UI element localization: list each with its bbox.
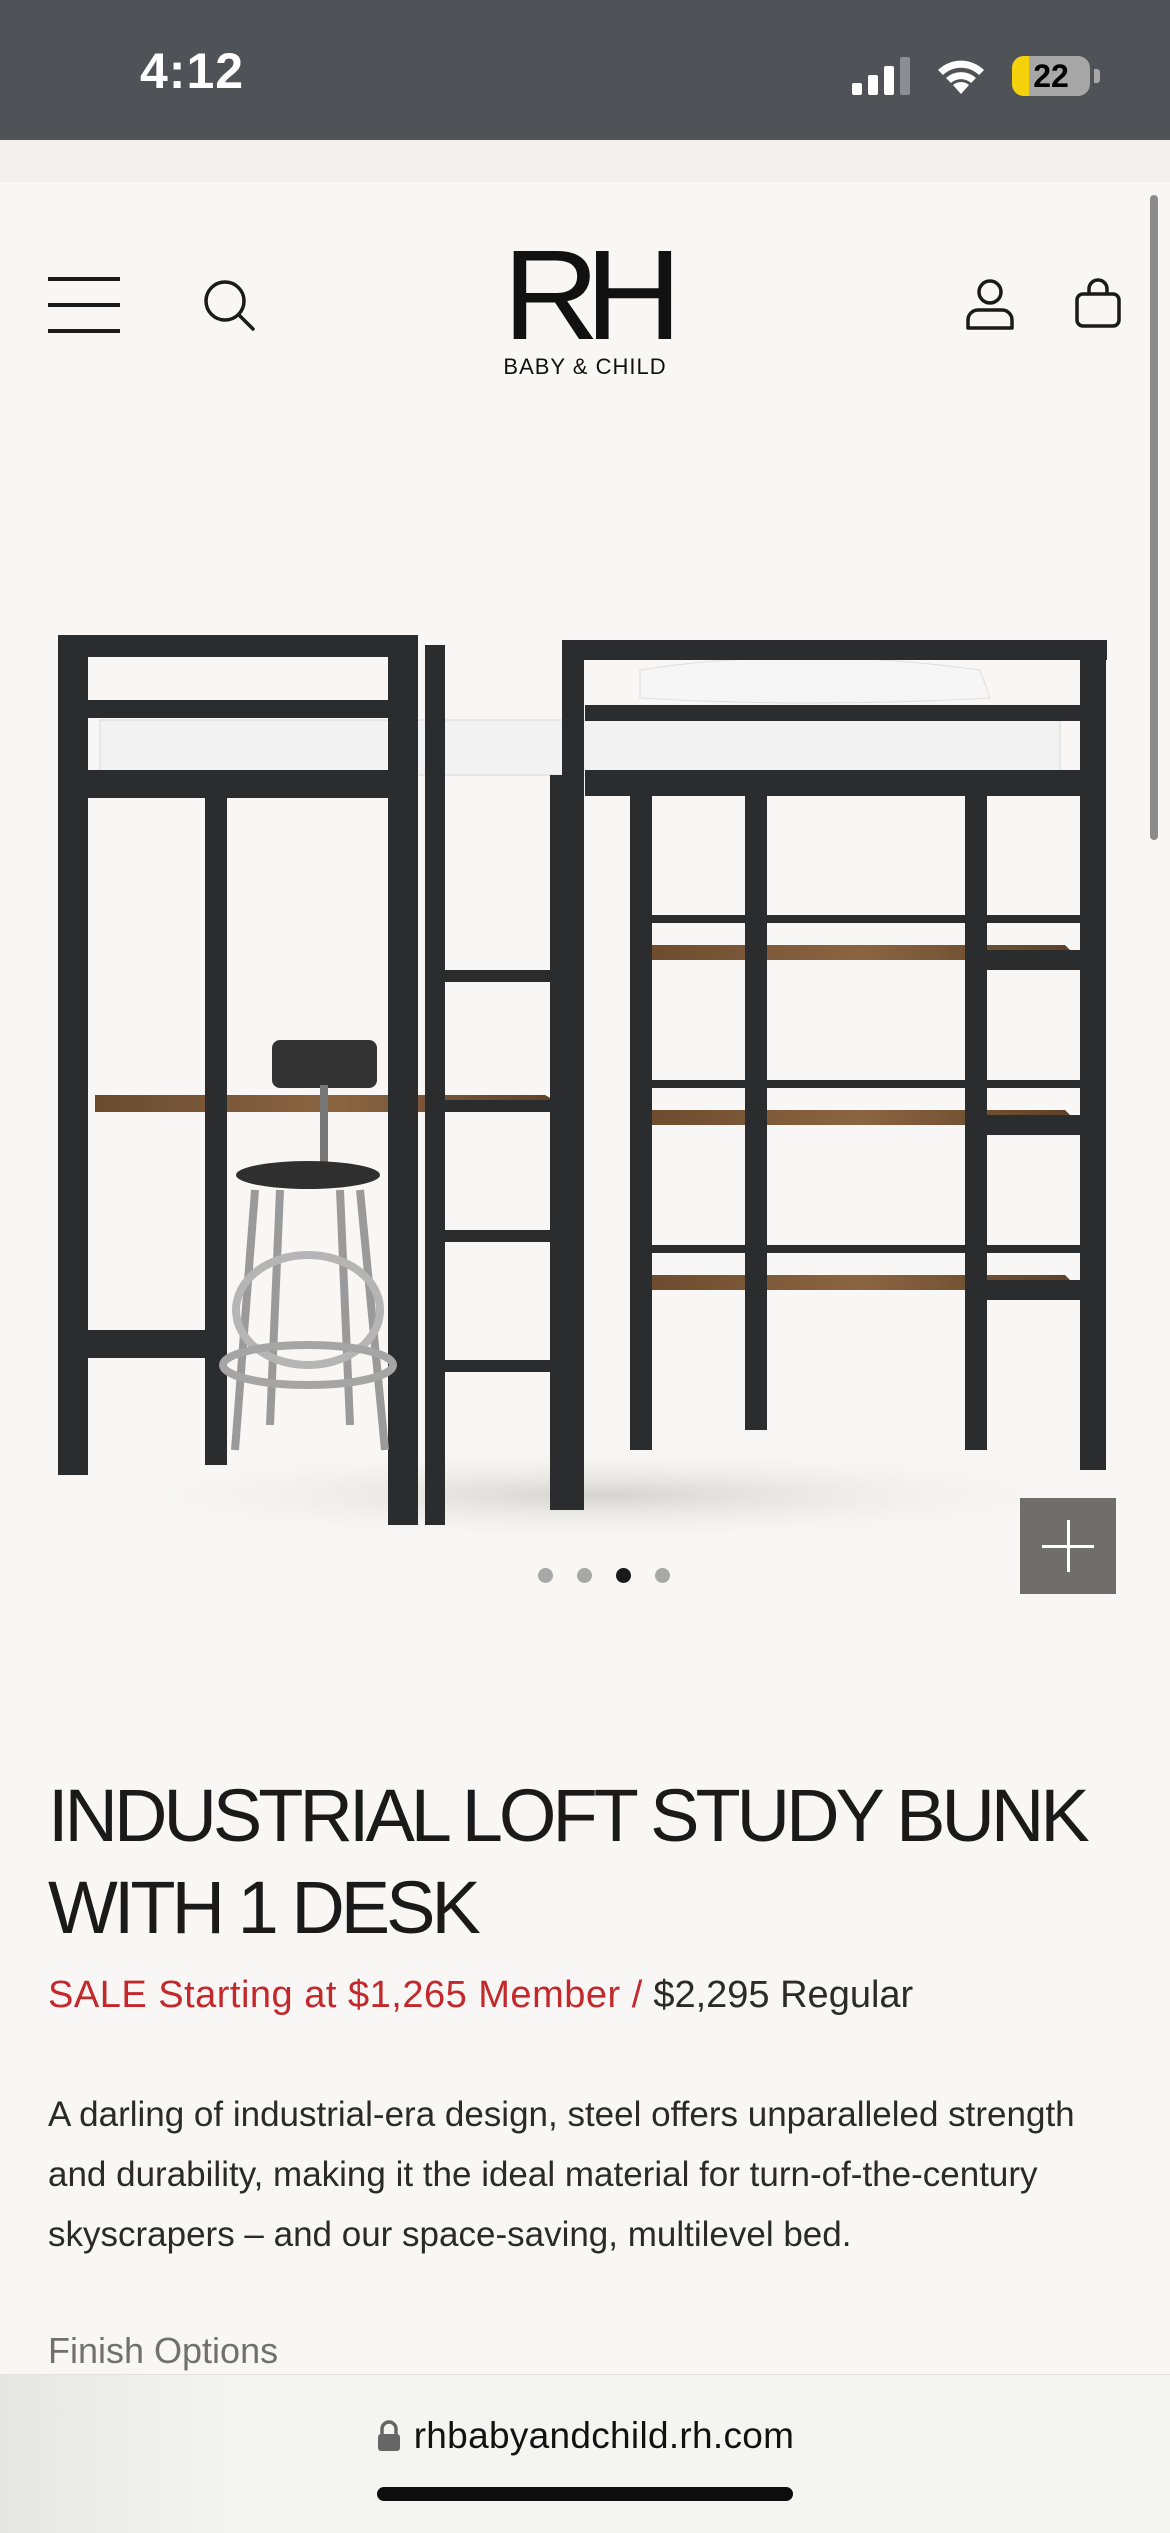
- shopping-bag-icon[interactable]: [1072, 278, 1124, 330]
- status-bar: 4:12 22: [0, 0, 1170, 140]
- gallery-dot-3[interactable]: [616, 1568, 631, 1583]
- sale-price: SALE Starting at $1,265 Member /: [48, 1974, 643, 2016]
- cellular-signal-icon: [852, 57, 910, 95]
- home-indicator[interactable]: [377, 2487, 793, 2501]
- product-image[interactable]: [40, 590, 1120, 1540]
- lock-icon: [377, 2420, 400, 2451]
- battery-level: 22: [1033, 57, 1069, 94]
- status-time: 4:12: [140, 43, 245, 99]
- product-title: INDUSTRIAL LOFT STUDY BUNK WITH 1 DESK: [48, 1774, 1090, 1949]
- status-icons: 22: [852, 50, 1100, 102]
- menu-icon[interactable]: [48, 277, 120, 333]
- search-icon[interactable]: [202, 278, 256, 332]
- gallery-dot-1[interactable]: [538, 1568, 553, 1583]
- gallery-dot-2[interactable]: [577, 1568, 592, 1583]
- top-strip: [0, 140, 1170, 182]
- battery-icon: 22: [1012, 56, 1090, 96]
- account-icon[interactable]: [964, 278, 1016, 330]
- wifi-icon: [938, 60, 984, 94]
- product-description: A darling of industrial-era design, stee…: [48, 2095, 1075, 2254]
- browser-url-bar: rhbabyandchild.rh.com: [0, 2374, 1170, 2533]
- gallery-dot-4[interactable]: [655, 1568, 670, 1583]
- url-text: rhbabyandchild.rh.com: [413, 2415, 795, 2456]
- rh-logo[interactable]: RH BABY & CHILD: [485, 232, 685, 380]
- battery-nub: [1094, 69, 1100, 83]
- site-header: RH BABY & CHILD: [0, 182, 1170, 412]
- url-field[interactable]: rhbabyandchild.rh.com: [0, 2415, 1170, 2457]
- logo-mark: RH: [502, 224, 682, 367]
- battery-fill: [1012, 56, 1030, 96]
- page-scrollbar[interactable]: [1150, 195, 1158, 840]
- regular-price: $2,295 Regular: [653, 1974, 914, 2016]
- gallery-pagination: [0, 1568, 1170, 1583]
- finish-options-label[interactable]: Finish Options: [48, 2330, 278, 2372]
- price-line: SALE Starting at $1,265 Member / $2,295 …: [48, 1974, 913, 2017]
